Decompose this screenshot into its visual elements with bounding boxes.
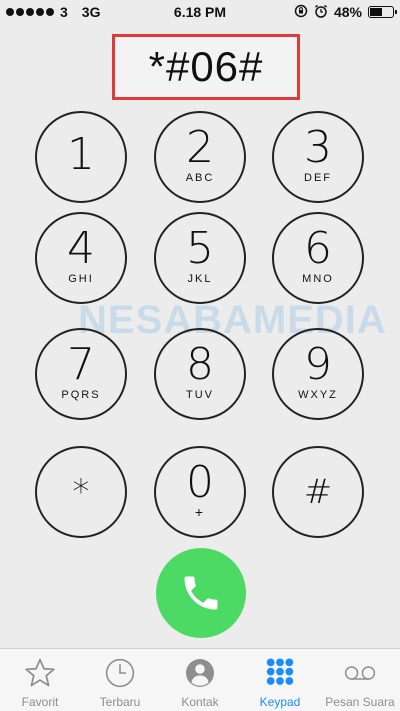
key-letters: + [194, 504, 206, 520]
key-8[interactable]: 8 TUV [154, 328, 246, 420]
key-digit: # [303, 472, 333, 512]
key-digit: 1 [67, 129, 95, 180]
tab-label: Keypad [259, 695, 301, 709]
tab-pesan-suara[interactable]: Pesan Suara [320, 649, 400, 711]
key-letters: DEF [304, 172, 332, 184]
key-5[interactable]: 5 JKL [154, 212, 246, 304]
key-letters: PQRS [61, 389, 101, 401]
key-letters: GHI [68, 273, 94, 285]
battery-percent: 48% [333, 4, 362, 20]
keypad-icon [262, 655, 298, 691]
key-digit: 8 [186, 339, 214, 390]
battery-fill [370, 8, 382, 16]
key-letters: TUV [186, 389, 214, 401]
key-hash[interactable]: # [272, 446, 364, 538]
tab-keypad[interactable]: Keypad [240, 649, 320, 711]
key-digit: 2 [186, 122, 214, 173]
key-digit: 0 [186, 457, 214, 508]
key-star[interactable]: * [35, 446, 127, 538]
tab-label: Pesan Suara [325, 695, 395, 709]
key-digit: * [72, 472, 90, 512]
key-0[interactable]: 0 + [154, 446, 246, 538]
key-4[interactable]: 4 GHI [35, 212, 127, 304]
key-6[interactable]: 6 MNO [272, 212, 364, 304]
key-letters: WXYZ [298, 389, 338, 401]
status-right: 48% [294, 0, 397, 24]
contact-icon [182, 655, 218, 691]
key-digit: 9 [304, 339, 332, 390]
key-letters: MNO [302, 273, 334, 285]
key-1[interactable]: 1 [35, 111, 127, 203]
key-letters: ABC [185, 172, 215, 184]
tab-terbaru[interactable]: Terbaru [80, 649, 160, 711]
phone-icon [184, 576, 218, 610]
tab-label: Favorit [21, 695, 59, 709]
voicemail-icon [342, 655, 378, 691]
key-digit: 7 [67, 339, 95, 390]
dialed-number-display: *#06# [112, 34, 300, 100]
call-button[interactable] [156, 548, 246, 638]
tab-favorit[interactable]: Favorit [0, 649, 80, 711]
star-icon [22, 655, 58, 691]
key-7[interactable]: 7 PQRS [35, 328, 127, 420]
key-digit: 4 [67, 223, 95, 274]
tab-bar: Favorit Terbaru Kontak Keypad Pesan Suar… [0, 648, 400, 711]
keypad-tab-svg [266, 658, 294, 685]
key-digit: 5 [186, 223, 214, 274]
key-digit: 3 [304, 122, 332, 173]
key-9[interactable]: 9 WXYZ [272, 328, 364, 420]
battery-icon [368, 6, 397, 18]
alarm-icon [314, 4, 328, 21]
clock-icon [102, 655, 138, 691]
tab-label: Kontak [181, 695, 219, 709]
orientation-lock-icon [294, 4, 308, 21]
status-bar: 3 3G 6.18 PM 48% [0, 0, 400, 24]
tab-kontak[interactable]: Kontak [160, 649, 240, 711]
key-letters: JKL [187, 273, 213, 285]
tab-label: Terbaru [99, 695, 141, 709]
key-digit: 6 [304, 223, 332, 274]
key-3[interactable]: 3 DEF [272, 111, 364, 203]
key-2[interactable]: 2 ABC [154, 111, 246, 203]
